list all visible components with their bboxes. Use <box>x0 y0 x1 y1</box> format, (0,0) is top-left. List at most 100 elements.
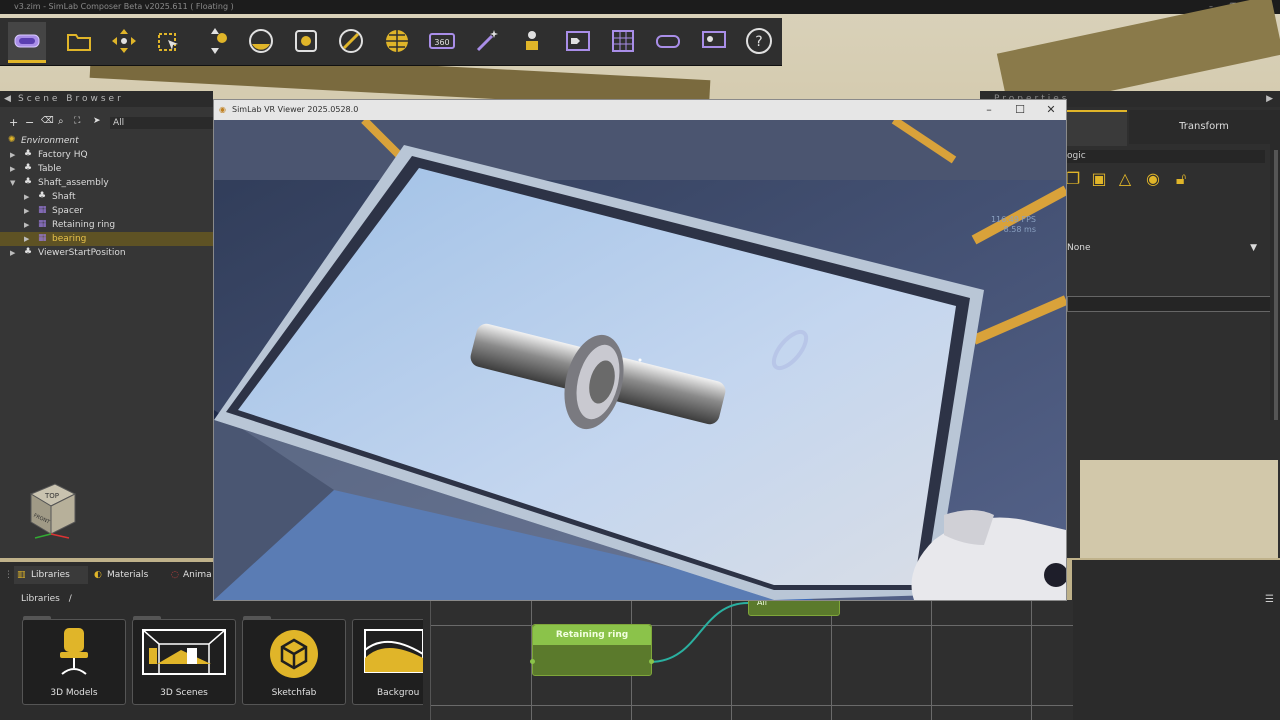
tree-item[interactable]: ▶ ♣ Shaft <box>0 190 213 204</box>
vr-glasses-icon[interactable] <box>649 22 687 60</box>
tab-materials[interactable]: ◐ Materials <box>90 566 166 584</box>
node-connection <box>649 602 749 663</box>
cursor-icon[interactable]: ➤ <box>93 116 101 126</box>
menu-icon[interactable]: ☰ <box>1265 594 1274 605</box>
properties-preview <box>1080 460 1278 558</box>
properties-scrollbar[interactable] <box>1274 150 1278 420</box>
group-icon: ♣ <box>24 163 33 173</box>
group-icon: ♣ <box>24 177 33 187</box>
node-output-port[interactable] <box>649 659 654 664</box>
group-icon: ♣ <box>24 149 33 159</box>
tree-item-label: ViewerStartPosition <box>38 248 126 258</box>
tree-item-label: Table <box>38 164 62 174</box>
sun-icon: ✺ <box>8 135 16 145</box>
expand-right-icon[interactable]: ▶ <box>10 246 15 260</box>
tree-item[interactable]: ▶ ▦ Retaining ring <box>0 218 213 232</box>
collapse-right-icon[interactable]: ▶ <box>1266 91 1276 107</box>
library-card-3d-models[interactable]: 3D Models <box>22 616 126 705</box>
vr-3d-scene[interactable] <box>214 120 1066 600</box>
shape-icon[interactable]: △ <box>1114 168 1136 190</box>
vr-maximize-button[interactable]: ☐ <box>1008 100 1032 120</box>
globe-icon[interactable] <box>378 22 416 60</box>
sphere-material-icon[interactable] <box>242 22 280 60</box>
tree-item-label: Shaft <box>52 192 76 202</box>
vr-viewer-title-bar[interactable]: ◉ SimLab VR Viewer 2025.0528.0 – ☐ ✕ <box>214 100 1066 120</box>
tab-libraries[interactable]: ▥ Libraries <box>14 566 88 584</box>
properties-dropdown[interactable]: None ▼ <box>1067 240 1263 256</box>
tree-item[interactable]: ▶ ♣ Factory HQ <box>0 148 213 162</box>
slash-circle-icon[interactable] <box>332 22 370 60</box>
node-retaining-ring[interactable]: Retaining ring <box>530 624 654 676</box>
view-cube-icon[interactable]: TOP FRONT <box>25 480 77 540</box>
open-folder-icon[interactable] <box>60 22 98 60</box>
dropdown-value: None <box>1067 243 1091 253</box>
frame-icon[interactable] <box>287 22 325 60</box>
view-cube-top-label: TOP <box>44 492 59 500</box>
vr-minimize-button[interactable]: – <box>977 100 1001 120</box>
user-screen-icon[interactable] <box>695 22 733 60</box>
search-icon[interactable]: ⌕ <box>58 116 64 127</box>
vr-close-button[interactable]: ✕ <box>1039 100 1063 120</box>
logic-row: ogic <box>1067 150 1265 163</box>
tab-animations[interactable]: ◌ Anima <box>168 566 212 584</box>
tab-transform[interactable]: Transform <box>1129 110 1279 144</box>
fps-readout: 116.49 FPS 8.58 ms <box>990 215 1036 234</box>
scene-filter-field[interactable]: All <box>110 117 213 129</box>
360-icon[interactable]: 360 <box>423 22 461 60</box>
sequence-icon[interactable] <box>559 22 597 60</box>
tree-item[interactable]: ▶ ▦ bearing <box>0 232 213 246</box>
scene-icon <box>142 629 226 675</box>
expand-down-icon[interactable]: ▼ <box>10 176 15 190</box>
expand-right-icon[interactable]: ▶ <box>24 232 29 246</box>
animation-icon: ◌ <box>171 570 179 580</box>
gizmo-icon[interactable] <box>196 22 234 60</box>
tree-item-label: Retaining ring <box>52 220 116 230</box>
breadcrumb: Libraries / <box>21 594 72 604</box>
vr-headset-icon[interactable] <box>8 22 46 63</box>
move-icon[interactable] <box>105 22 143 60</box>
svg-text:?: ? <box>755 34 762 50</box>
collapse-left-icon[interactable]: ◀ <box>4 91 14 107</box>
tree-item[interactable]: ▼ ♣ Shaft_assembly <box>0 176 213 190</box>
node-title: Retaining ring <box>533 625 651 645</box>
help-icon[interactable]: ? <box>740 22 778 60</box>
tree-item[interactable]: ✺ Environment <box>0 134 213 148</box>
library-card-sketchfab[interactable]: Sketchfab <box>242 616 346 705</box>
tree-item-label: Shaft_assembly <box>38 178 109 188</box>
eye-icon[interactable]: ◉ <box>1142 168 1164 190</box>
tree-item-label: Spacer <box>52 206 84 216</box>
app-title: v3.zim - SimLab Composer Beta v2025.611 … <box>14 2 234 11</box>
library-card-3d-scenes[interactable]: 3D Scenes <box>132 616 236 705</box>
expand-right-icon[interactable]: ▶ <box>24 204 29 218</box>
library-card-backgrounds[interactable]: Backgrou <box>352 619 423 705</box>
grid-icon[interactable] <box>604 22 642 60</box>
presenter-icon[interactable] <box>513 22 551 60</box>
remove-icon[interactable]: − <box>25 116 34 129</box>
mesh-icon: ▦ <box>38 233 47 243</box>
eraser-icon[interactable]: ⌫ <box>41 116 54 126</box>
tab-general[interactable] <box>1067 110 1127 146</box>
tree-item[interactable]: ▶ ♣ Table <box>0 162 213 176</box>
properties-text-field[interactable] <box>1067 296 1273 312</box>
app-title-bar: v3.zim - SimLab Composer Beta v2025.611 … <box>0 0 1280 14</box>
mesh-icon: ▦ <box>38 219 47 229</box>
chevron-down-icon: ▼ <box>1250 243 1257 253</box>
hierarchy-icon[interactable]: ⛶ <box>74 116 80 126</box>
expand-right-icon[interactable]: ▶ <box>10 148 15 162</box>
tree-item[interactable]: ▶ ♣ ViewerStartPosition <box>0 246 213 260</box>
select-box-icon[interactable] <box>150 22 188 60</box>
tree-item[interactable]: ▶ ▦ Spacer <box>0 204 213 218</box>
svg-text:360: 360 <box>434 38 449 47</box>
magic-wand-icon[interactable] <box>468 22 506 60</box>
expand-right-icon[interactable]: ▶ <box>24 218 29 232</box>
layers-icon[interactable]: ▣ <box>1088 168 1110 190</box>
tree-item-label: bearing <box>52 234 87 244</box>
expand-right-icon[interactable]: ▶ <box>24 190 29 204</box>
breadcrumb-libraries[interactable]: Libraries <box>21 594 60 604</box>
add-icon[interactable]: + <box>9 116 18 129</box>
node-input-port[interactable] <box>530 659 535 664</box>
mesh-icon: ▦ <box>38 205 47 215</box>
tree-item-label: Environment <box>21 136 79 146</box>
lock-icon[interactable]: 🔓︎ <box>1170 168 1192 190</box>
expand-right-icon[interactable]: ▶ <box>10 162 15 176</box>
